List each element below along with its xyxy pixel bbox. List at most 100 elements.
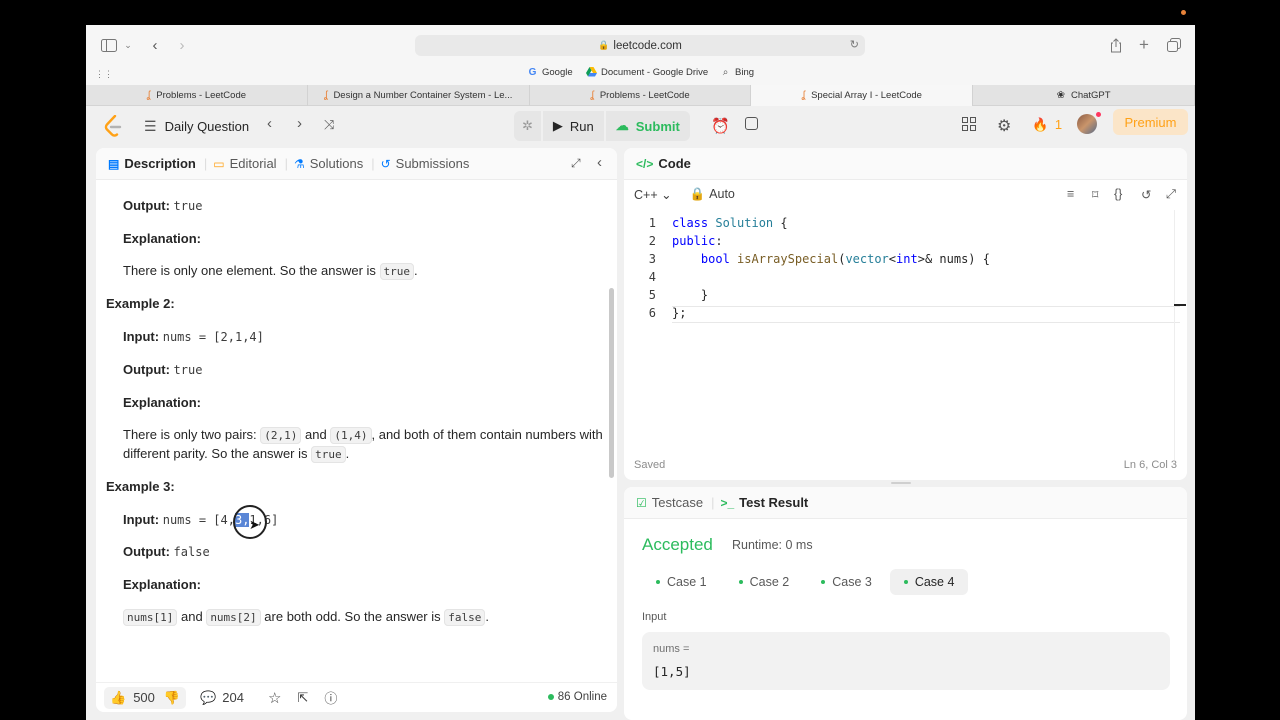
case-label: Case 4	[914, 575, 955, 589]
url-text: leetcode.com	[613, 39, 682, 52]
case-tab[interactable]: Case 1	[642, 569, 721, 595]
tab-description[interactable]: ▤ Description	[108, 156, 196, 171]
runtime-label: Runtime: 0 ms	[732, 538, 813, 552]
braces-icon[interactable]: {}	[1114, 187, 1122, 201]
bookmark-icon[interactable]: ⌑	[1092, 187, 1098, 202]
streak-counter[interactable]: 🔥 1	[1032, 117, 1062, 133]
recording-indicator	[1181, 10, 1186, 15]
favorite-google[interactable]: G Google	[527, 67, 573, 78]
tab-divider: |	[203, 156, 208, 171]
screen: ⌄ ‹ › 🔒 leetcode.com ↻ + ⋮⋮ G Google Doc…	[0, 0, 1280, 720]
case-tab[interactable]: Case 3	[807, 569, 886, 595]
leetcode-logo-icon[interactable]	[104, 114, 124, 137]
back-icon[interactable]: ‹	[148, 35, 162, 55]
browser-toolbar: ⌄ ‹ › 🔒 leetcode.com ↻ +	[86, 25, 1195, 65]
premium-button[interactable]: Premium	[1113, 109, 1188, 135]
fire-icon: 🔥	[1032, 117, 1049, 132]
result-tabs: ☑ Testcase | >_ Test Result	[624, 487, 1187, 519]
reload-icon[interactable]: ↻	[850, 38, 859, 51]
browser-tab-active[interactable]: ʆ Special Array I - LeetCode	[751, 85, 974, 106]
forward-icon[interactable]: ›	[175, 35, 189, 55]
favorite-drive[interactable]: Document - Google Drive	[586, 67, 708, 78]
browser-tabs: ʆ Problems - LeetCode ʆ Design a Number Co…	[86, 85, 1195, 106]
tab-test-result[interactable]: >_ Test Result	[720, 495, 808, 510]
pass-dot	[903, 580, 908, 584]
chevron-down-icon[interactable]: ⌄	[122, 35, 134, 55]
browser-tab[interactable]: ❀ ChatGPT	[973, 85, 1195, 106]
problem-description: Output: true Explanation: There is only …	[106, 180, 616, 680]
run-button[interactable]: ▶ Run	[542, 111, 604, 141]
debug-button[interactable]: ✲	[514, 111, 541, 141]
example2-title: Example 2:	[106, 296, 175, 311]
note-icon[interactable]	[745, 117, 758, 134]
tab-code[interactable]: </> Code	[636, 156, 691, 171]
help-icon[interactable]: ⓘ	[324, 688, 337, 707]
favorite-label: Document - Google Drive	[601, 67, 709, 78]
like-button[interactable]: 👍 500 👎	[104, 686, 187, 709]
tab-editorial[interactable]: ▭ Editorial	[213, 156, 276, 171]
panel-resize-handle[interactable]	[891, 482, 911, 484]
bug-icon: ✲	[522, 118, 533, 133]
shuffle-icon[interactable]: ⤨	[324, 117, 334, 133]
example2-explanation-label: Explanation:	[123, 395, 202, 410]
example1-explanation-label: Explanation:	[123, 231, 202, 246]
address-bar[interactable]: 🔒 leetcode.com ↻	[415, 35, 865, 56]
star-icon[interactable]: ☆	[268, 689, 281, 707]
thumbs-up-icon: 👍	[110, 689, 127, 705]
reset-icon[interactable]: ↺	[1141, 187, 1151, 202]
online-count: 86 Online	[547, 691, 607, 703]
favorite-label: Bing	[735, 67, 755, 78]
comment-count: 204	[222, 690, 244, 705]
description-panel: ▤ Description | ▭ Editorial | ⚗ Solutions |…	[96, 148, 617, 712]
grid-icon[interactable]: ⋮⋮	[95, 67, 113, 81]
browser-tab[interactable]: ʆ Problems - LeetCode	[86, 85, 308, 106]
browser-tab[interactable]: ʆ Design a Number Container System - Le..…	[308, 85, 530, 106]
cloud-upload-icon: ☁	[615, 118, 629, 133]
like-count: 500	[133, 690, 155, 705]
autocomplete-mode[interactable]: Auto	[709, 187, 735, 201]
list-icon: ☰	[144, 117, 157, 134]
code-panel: </> Code C++ ⌄ 🔒 Auto ≡ ⌑ {} ↺ ⤢ 1 class S…	[624, 148, 1187, 480]
share-icon[interactable]: ⇱	[297, 690, 308, 706]
tab-label: Description	[124, 156, 196, 171]
new-tab-icon[interactable]: +	[1136, 35, 1152, 55]
comment-icon: 💬	[200, 689, 217, 705]
favorite-bing[interactable]: ⌕ Bing	[720, 67, 754, 78]
expand-icon[interactable]: ⤢	[571, 156, 581, 171]
avatar[interactable]	[1077, 112, 1101, 134]
format-icon[interactable]: ≡	[1067, 187, 1074, 201]
problem-list-button[interactable]: ☰ Daily Question	[144, 114, 249, 138]
prev-question-icon[interactable]: ‹	[267, 115, 272, 132]
tab-label: Testcase	[651, 495, 704, 510]
collapse-icon[interactable]: ‹	[597, 154, 602, 171]
gear-icon[interactable]: ⚙	[997, 116, 1011, 136]
tab-solutions[interactable]: ⚗ Solutions	[294, 156, 363, 171]
case-tab[interactable]: Case 2	[725, 569, 804, 595]
code-toolbar: C++ ⌄ 🔒 Auto ≡ ⌑ {} ↺ ⤢	[624, 180, 1187, 208]
sidebar-toggle-icon[interactable]	[99, 35, 119, 55]
example2-input: Input: nums = [2,1,4]	[123, 329, 264, 344]
leetcode-favicon-icon: ʆ	[590, 90, 594, 101]
case-label: Case 1	[667, 575, 707, 589]
online-label: 86 Online	[557, 691, 607, 703]
fullscreen-icon[interactable]: ⤢	[1166, 187, 1176, 202]
tab-submissions[interactable]: ↺ Submissions	[381, 156, 470, 171]
browser-tab[interactable]: ʆ Problems - LeetCode	[530, 85, 752, 106]
case-tab-active[interactable]: Case 4	[889, 569, 969, 595]
alarm-icon[interactable]: ⏰	[711, 117, 730, 135]
submit-button[interactable]: ☁ Submit	[605, 111, 690, 141]
tab-overview-icon[interactable]	[1166, 35, 1182, 55]
description-scrollbar[interactable]	[609, 288, 614, 478]
run-submit-group: ✲ ▶ Run ☁ Submit	[514, 111, 690, 141]
language-select[interactable]: C++ ⌄	[634, 187, 672, 202]
comments-button[interactable]: 💬 204	[200, 690, 244, 706]
input-value-box: nums = [1,5]	[642, 632, 1170, 690]
share-icon[interactable]	[1108, 35, 1124, 55]
example3-output: Output: false	[123, 544, 210, 559]
code-editor[interactable]: 1 class Solution { 2 public: 3 bool isArra…	[624, 210, 1187, 462]
tab-testcase[interactable]: ☑ Testcase	[636, 495, 703, 510]
favorites-bar: ⋮⋮ G Google Document - Google Drive ⌕ Bi…	[86, 65, 1195, 85]
thumbs-down-icon[interactable]: 👎	[164, 690, 180, 706]
layout-icon[interactable]	[962, 117, 976, 135]
next-question-icon[interactable]: ›	[297, 115, 302, 132]
